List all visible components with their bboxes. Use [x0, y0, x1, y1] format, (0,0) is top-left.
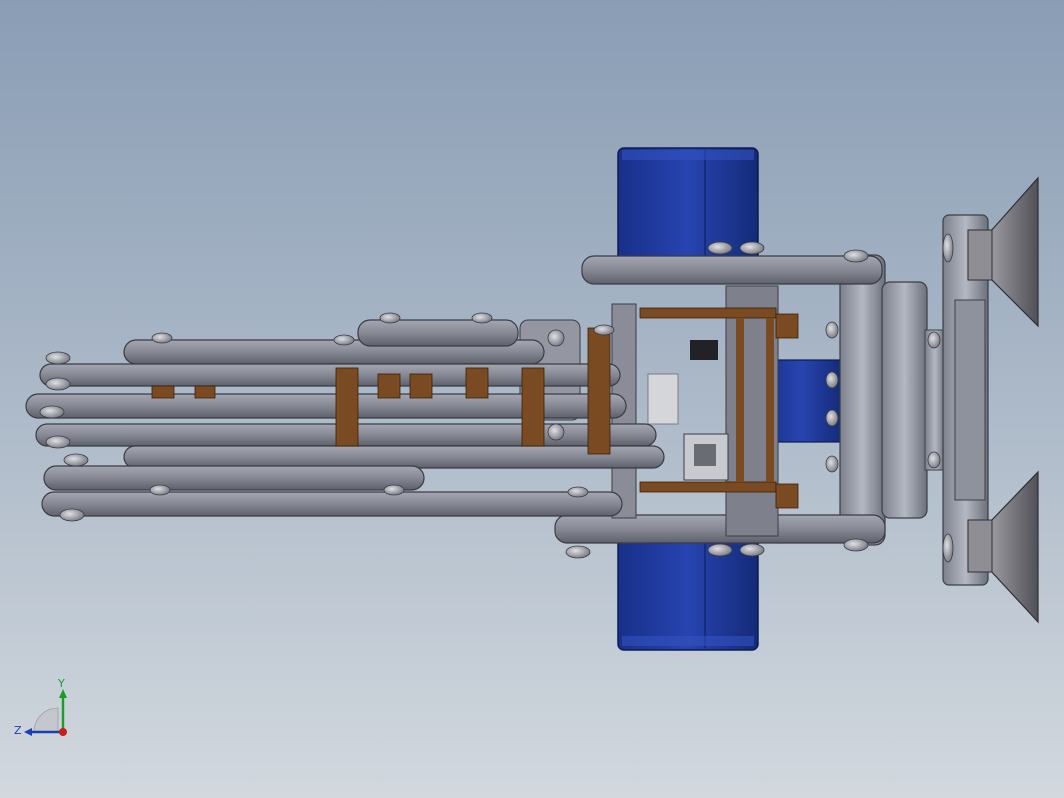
y-axis-arrow-icon [59, 689, 67, 698]
motor-bottom [617, 529, 759, 651]
z-axis-arrow-icon [24, 728, 32, 736]
x-axis-dot-icon [59, 728, 67, 736]
gripper-model[interactable] [0, 0, 1064, 798]
graphics-viewport[interactable]: Y Z [0, 0, 1064, 798]
motor-top [617, 147, 759, 269]
y-axis-label: Y [57, 677, 65, 690]
triad-plane-icon [33, 707, 59, 733]
z-axis-label: Z [14, 724, 22, 737]
view-orientation-triad[interactable]: Y Z [10, 676, 80, 746]
